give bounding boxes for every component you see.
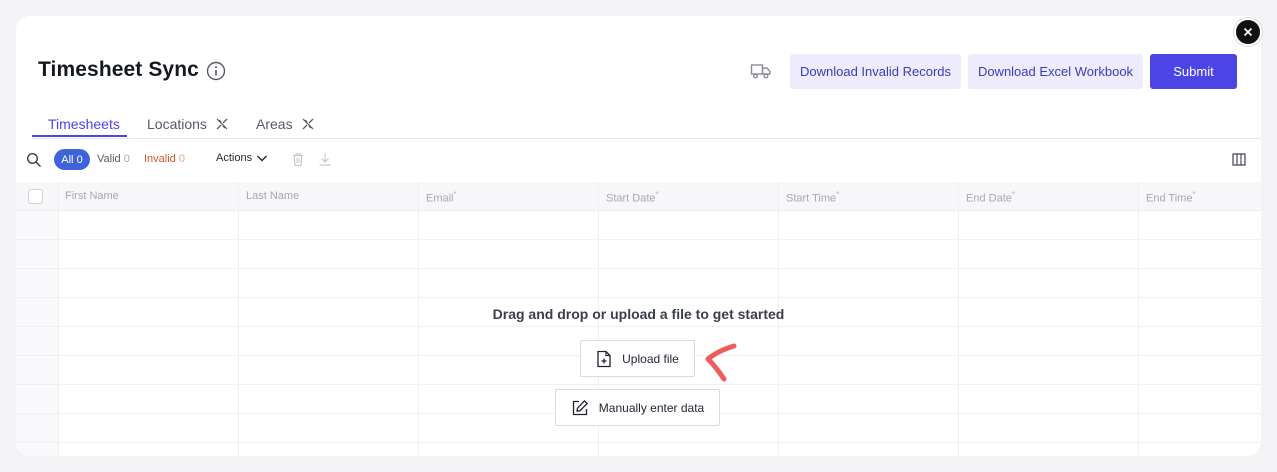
- info-icon[interactable]: [206, 61, 226, 81]
- pointer-arrow-icon: [705, 343, 737, 382]
- upload-file-button[interactable]: Upload file: [580, 340, 695, 377]
- columns-icon[interactable]: [1232, 153, 1246, 166]
- column-header-start-time[interactable]: Start Time*: [786, 190, 839, 205]
- manually-enter-data-label: Manually enter data: [598, 400, 705, 415]
- grid-line: [16, 384, 1261, 385]
- download-icon[interactable]: [318, 152, 332, 167]
- active-tab-indicator: [32, 135, 127, 137]
- empty-state-message: Drag and drop or upload a file to get st…: [492, 306, 785, 322]
- filter-valid[interactable]: Valid 0: [97, 153, 130, 165]
- search-icon[interactable]: [26, 152, 42, 168]
- select-all-checkbox[interactable]: [28, 189, 43, 204]
- filter-valid-count: 0: [123, 153, 130, 165]
- close-button[interactable]: [1234, 18, 1262, 46]
- download-excel-workbook-button[interactable]: Download Excel Workbook: [968, 54, 1143, 89]
- column-header-end-time[interactable]: End Time*: [1146, 190, 1196, 205]
- grid-line: [16, 239, 1261, 240]
- column-label: End Time: [1146, 192, 1193, 205]
- close-icon: [1243, 27, 1253, 37]
- submit-button[interactable]: Submit: [1150, 54, 1237, 89]
- column-header-last-name[interactable]: Last Name: [246, 190, 299, 202]
- required-mark: *: [1011, 190, 1015, 199]
- required-mark: *: [1192, 190, 1196, 199]
- grid-line: [16, 326, 1261, 327]
- table-header: First Name Last Name Email* Start Date* …: [16, 182, 1261, 211]
- chevron-down-icon: [257, 155, 268, 162]
- actions-label: Actions: [216, 152, 253, 164]
- column-header-first-name[interactable]: First Name: [65, 190, 119, 202]
- filter-invalid-count: 0: [178, 153, 185, 165]
- download-invalid-records-button[interactable]: Download Invalid Records: [790, 54, 961, 89]
- tab-locations[interactable]: Locations: [147, 111, 229, 137]
- actions-dropdown[interactable]: Actions: [216, 152, 268, 164]
- column-label: Start Date: [606, 192, 656, 205]
- grid-line: [16, 442, 1261, 443]
- filter-valid-label: Valid: [97, 153, 121, 165]
- column-header-start-date[interactable]: Start Date*: [606, 190, 659, 205]
- edit-icon: [572, 399, 588, 415]
- truck-icon: [750, 64, 771, 79]
- tab-bar: Timesheets Locations Areas: [32, 106, 1261, 139]
- file-plus-icon: [597, 350, 611, 367]
- tab-areas[interactable]: Areas: [256, 111, 315, 137]
- grid-line: [16, 297, 1261, 298]
- manually-enter-data-button[interactable]: Manually enter data: [555, 389, 720, 426]
- tab-label: Locations: [147, 116, 207, 132]
- table-toolbar: All 0 Valid 0 Invalid 0 Actions: [16, 146, 1261, 182]
- column-label: Start Time: [786, 192, 837, 205]
- grid-line: [16, 268, 1261, 269]
- filter-all-label: All: [61, 153, 74, 166]
- column-label: End Date: [966, 192, 1012, 205]
- page-title: Timesheet Sync: [38, 58, 199, 81]
- filter-invalid[interactable]: Invalid 0: [144, 153, 185, 165]
- trash-icon[interactable]: [291, 152, 305, 167]
- unlink-icon: [302, 118, 314, 130]
- column-header-end-date[interactable]: End Date*: [966, 190, 1015, 205]
- column-label: Email: [426, 192, 454, 205]
- filter-all-count: 0: [76, 153, 83, 166]
- upload-file-label: Upload file: [622, 351, 679, 366]
- tab-label: Areas: [256, 116, 293, 132]
- required-mark: *: [836, 190, 840, 199]
- column-header-email[interactable]: Email*: [426, 190, 457, 205]
- required-mark: *: [655, 190, 659, 199]
- tab-label: Timesheets: [48, 116, 120, 132]
- required-mark: *: [453, 190, 457, 199]
- column-label: First Name: [65, 190, 119, 202]
- unlink-icon: [216, 118, 228, 130]
- filter-invalid-label: Invalid: [144, 153, 176, 165]
- column-label: Last Name: [246, 190, 300, 202]
- modal: Timesheet Sync Download Invalid Records …: [16, 16, 1261, 456]
- tab-timesheets[interactable]: Timesheets: [48, 111, 120, 137]
- row-number-gutter: [16, 210, 58, 456]
- filter-all[interactable]: All 0: [54, 149, 90, 170]
